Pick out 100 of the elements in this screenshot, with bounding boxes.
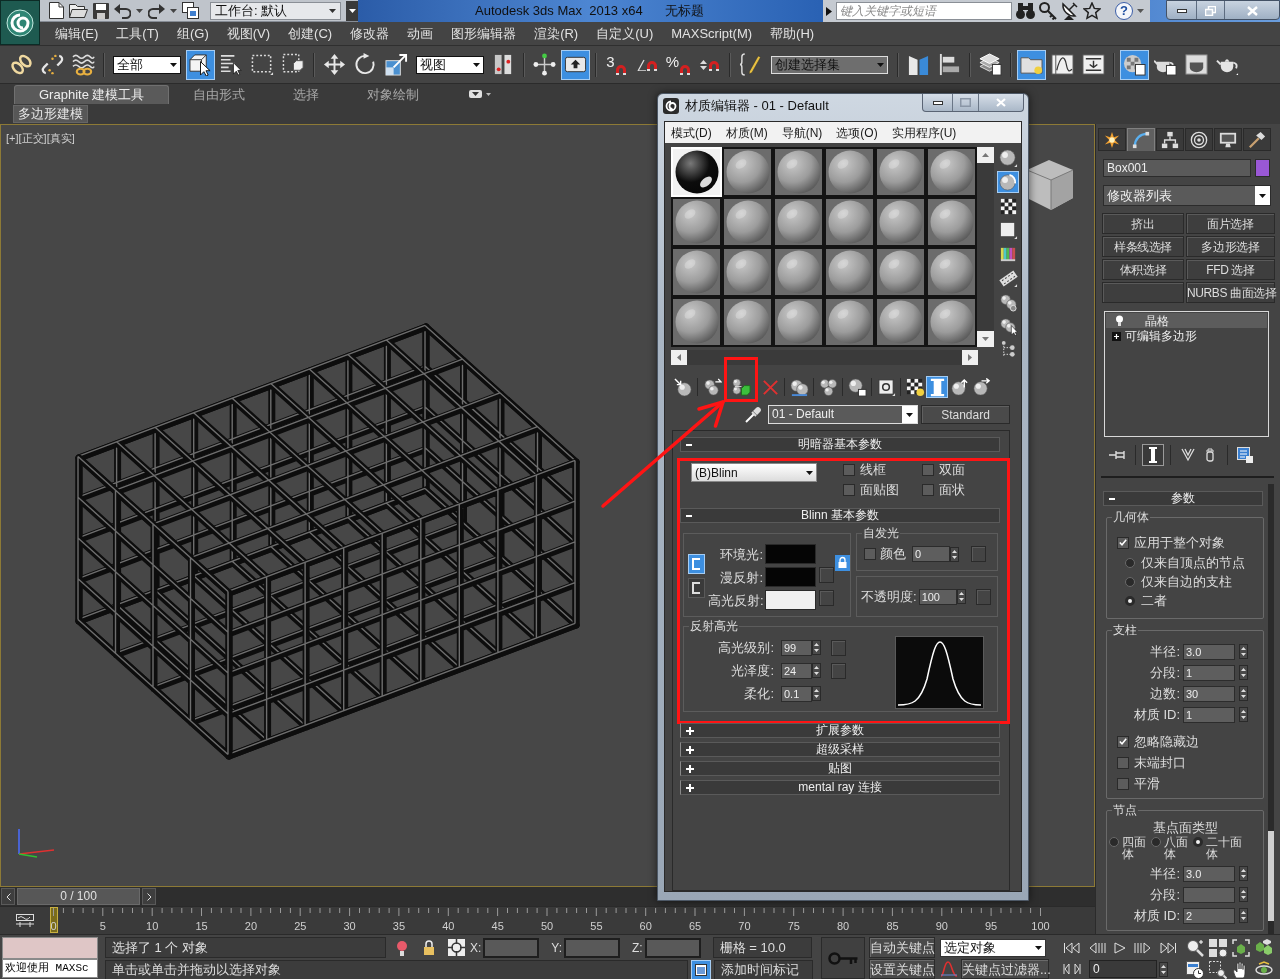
make-unique-button[interactable] <box>817 376 839 398</box>
scroll-down-button[interactable] <box>977 331 994 347</box>
value-field[interactable]: 1 <box>1183 706 1235 723</box>
expand-plus-icon[interactable] <box>1112 331 1121 341</box>
rollout-header[interactable]: mental ray 连接 <box>680 780 1000 795</box>
coordinate-field[interactable] <box>564 937 621 958</box>
set-key-button[interactable]: 设置关键点 <box>869 959 935 979</box>
lock-toggle[interactable] <box>688 578 705 598</box>
menu-item[interactable]: 视图(V) <box>226 23 271 44</box>
spinner-arrows-icon[interactable] <box>1239 707 1248 722</box>
backlight-button[interactable] <box>997 171 1019 193</box>
rollout-header[interactable]: 贴图 <box>680 761 1000 776</box>
color-swatch[interactable] <box>765 544 816 564</box>
checkbox[interactable] <box>1117 735 1129 748</box>
horizontal-scrollbar[interactable] <box>671 350 978 365</box>
background-button[interactable] <box>997 195 1019 217</box>
show-in-viewport-button[interactable] <box>904 376 926 398</box>
spinner-arrows-icon[interactable] <box>1239 644 1248 659</box>
modifier-button[interactable]: 挤出 <box>1102 213 1184 234</box>
coordinate-system-dropdown[interactable]: 视图 <box>416 55 484 74</box>
key-mode-icon[interactable] <box>1063 963 1081 975</box>
menu-item[interactable]: MAXScript(M) <box>671 23 753 44</box>
material-editor-button[interactable] <box>1120 49 1149 80</box>
create-tab[interactable] <box>1098 128 1126 151</box>
vertical-scrollbar[interactable] <box>977 147 994 347</box>
curve-window-icon[interactable] <box>16 913 34 928</box>
checkbox[interactable] <box>1117 756 1129 769</box>
value-field[interactable]: 24 <box>781 662 812 679</box>
modify-tab[interactable] <box>1127 128 1155 151</box>
sample-tiling-button[interactable] <box>997 219 1019 241</box>
spinner-arrows-icon[interactable] <box>812 663 821 678</box>
named-selection-dropdown[interactable]: 创建选择集 <box>771 55 888 74</box>
star-icon[interactable] <box>1083 2 1101 20</box>
stack-item[interactable]: 晶格 <box>1106 313 1267 328</box>
value-field[interactable]: 30 <box>1183 685 1235 702</box>
stack-item[interactable]: 可编辑多边形 <box>1106 328 1267 344</box>
menu-item[interactable]: 导航(N) <box>781 123 823 142</box>
value-field[interactable]: 3.0 <box>1183 643 1235 660</box>
keyboard-override-button[interactable] <box>561 49 590 80</box>
search-field[interactable]: 键入关键字或短语 <box>836 2 1012 20</box>
checkbox[interactable] <box>864 548 876 560</box>
modifier-button[interactable]: FFD 选择 <box>1186 259 1275 280</box>
value-field[interactable]: 100 <box>918 588 957 605</box>
ribbon-tab[interactable]: 选择 <box>269 85 344 104</box>
ribbon-tab[interactable]: 对象绘制 <box>343 85 444 104</box>
menu-item[interactable]: 修改器 <box>350 23 390 44</box>
checkbox[interactable] <box>1117 777 1129 790</box>
coordinate-field[interactable] <box>644 937 701 958</box>
menu-item[interactable]: 图形编辑器 <box>451 23 517 44</box>
modifier-button[interactable]: 体积选择 <box>1102 259 1184 280</box>
menu-item[interactable]: 模式(D) <box>671 123 712 142</box>
eyedropper-icon[interactable] <box>745 405 761 423</box>
value-field[interactable]: 0 <box>912 546 950 562</box>
spinner-arrows-icon[interactable] <box>812 686 821 701</box>
modifier-button[interactable]: 面片选择 <box>1186 213 1275 234</box>
coordinate-field[interactable] <box>483 937 540 958</box>
object-color-swatch[interactable] <box>1255 159 1270 177</box>
value-field[interactable]: 3.0 <box>1183 865 1235 882</box>
hierarchy-tab[interactable] <box>1156 128 1184 151</box>
percent-snap-button[interactable]: % <box>664 49 693 80</box>
key-set-dropdown[interactable]: 选定对象 <box>940 938 1046 957</box>
project-folder-icon[interactable] <box>182 2 199 19</box>
material-id-button[interactable] <box>875 376 897 398</box>
menu-item[interactable]: 工具(T) <box>116 23 159 44</box>
new-file-icon[interactable] <box>49 2 64 19</box>
spinner-arrows-icon[interactable] <box>1239 887 1248 902</box>
padlock-icon[interactable] <box>835 555 850 571</box>
zoom-extents-all-icon[interactable] <box>1255 939 1273 957</box>
modifier-button[interactable]: NURBS 曲面选择 <box>1186 282 1275 303</box>
ribbon-menu-icon[interactable] <box>469 90 492 98</box>
zoom-icon[interactable] <box>1186 939 1204 957</box>
snaps-toggle-button[interactable]: 3 <box>602 49 631 80</box>
color-swatch[interactable] <box>765 590 816 610</box>
ribbon-tab[interactable]: Graphite 建模工具 <box>14 85 170 104</box>
caret-icon[interactable] <box>136 8 143 13</box>
material-type-button[interactable]: Standard <box>921 404 1010 424</box>
current-frame-field[interactable]: 0 <box>1089 960 1157 978</box>
go-to-end-icon[interactable] <box>1159 942 1177 954</box>
scene-explorer-button[interactable] <box>1017 49 1046 80</box>
modifier-button[interactable]: 样条线选择 <box>1102 236 1184 257</box>
rollout-header[interactable]: 扩展参数 <box>680 723 1000 738</box>
save-icon[interactable] <box>93 2 109 19</box>
material-name-dropdown[interactable]: 01 - Default <box>768 404 918 424</box>
next-frame-button[interactable] <box>142 888 156 905</box>
ribbon-panel-tab[interactable]: 多边形建模 <box>13 105 88 123</box>
radio-button[interactable] <box>1125 557 1135 568</box>
spinner-arrows-icon[interactable] <box>812 640 821 655</box>
application-button[interactable] <box>0 0 40 45</box>
radio-button[interactable] <box>1125 595 1135 606</box>
spinner-arrows-icon[interactable] <box>950 546 959 562</box>
undo-icon[interactable] <box>114 2 131 19</box>
workspace-dropdown[interactable]: 工作台: 默认 <box>210 1 342 20</box>
caret-icon[interactable] <box>170 8 177 13</box>
expand-arrow-icon[interactable] <box>826 6 832 16</box>
caret-icon[interactable] <box>1137 9 1144 13</box>
open-folder-icon[interactable] <box>69 3 88 18</box>
time-tag-toggle[interactable] <box>691 960 711 979</box>
spinner-arrows-icon[interactable] <box>1239 686 1248 701</box>
put-to-library-button[interactable] <box>846 376 868 398</box>
modifier-button[interactable]: 多边形选择 <box>1186 236 1275 257</box>
